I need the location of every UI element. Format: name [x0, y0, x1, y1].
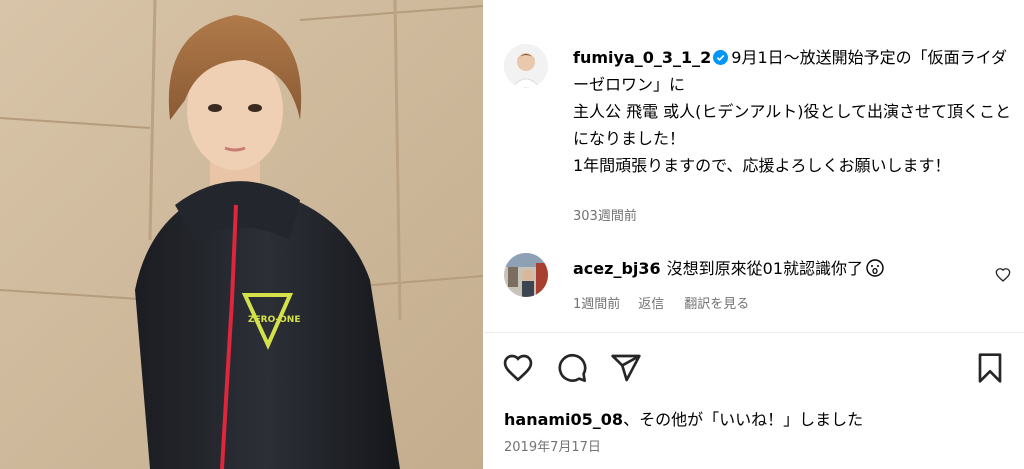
liker-username[interactable]: hanami05_08: [504, 410, 623, 429]
author-username[interactable]: fumiya_0_3_1_2: [573, 48, 711, 67]
post-time-ago[interactable]: 303週間前: [573, 205, 637, 224]
svg-text:ZERO-ONE: ZERO-ONE: [248, 315, 301, 325]
comment-like-heart-icon[interactable]: [995, 267, 1011, 283]
post-date[interactable]: 2019年7月17日: [504, 436, 601, 455]
photo-illustration: ZERO-ONE: [0, 0, 483, 469]
comment-bubble-icon[interactable]: [556, 352, 588, 384]
likes-summary[interactable]: hanami05_08、その他が「いいね！」しました: [504, 406, 863, 430]
comment-actions: 1週間前 返信 翻訳を見る: [573, 293, 769, 312]
bookmark-icon[interactable]: [974, 352, 1006, 384]
hushed-face-emoji-icon: [866, 259, 884, 277]
post-caption: fumiya_0_3_1_2 9月1日〜放送開始予定の「仮面ライダーゼロワン」に …: [573, 44, 1013, 179]
verified-badge-icon: [713, 50, 729, 65]
comment: acez_bj36 沒想到原來從01就認識你了: [573, 257, 973, 281]
paper-plane-icon[interactable]: [610, 352, 642, 384]
caption-text: 9月1日〜放送開始予定の「仮面ライダーゼロワン」に 主人公 飛電 或人(ヒデンア…: [573, 48, 1012, 175]
commenter-username[interactable]: acez_bj36: [573, 259, 661, 278]
commenter-avatar-image: [504, 253, 548, 297]
divider: [484, 332, 1024, 333]
post-info-panel: fumiya_0_3_1_2 9月1日〜放送開始予定の「仮面ライダーゼロワン」に …: [484, 0, 1024, 469]
likes-text: 、その他が「いいね！」しました: [623, 410, 864, 429]
post-action-bar: [502, 350, 1006, 386]
translate-button[interactable]: 翻訳を見る: [684, 293, 749, 312]
commenter-avatar[interactable]: [504, 253, 548, 297]
comment-time-ago[interactable]: 1週間前: [573, 293, 620, 312]
author-avatar[interactable]: [504, 44, 548, 88]
post-photo[interactable]: ZERO-ONE: [0, 0, 483, 469]
author-avatar-image: [504, 44, 548, 88]
heart-icon[interactable]: [502, 352, 534, 384]
reply-button[interactable]: 返信: [638, 293, 664, 312]
comment-text: 沒想到原來從01就認識你了: [666, 259, 864, 278]
